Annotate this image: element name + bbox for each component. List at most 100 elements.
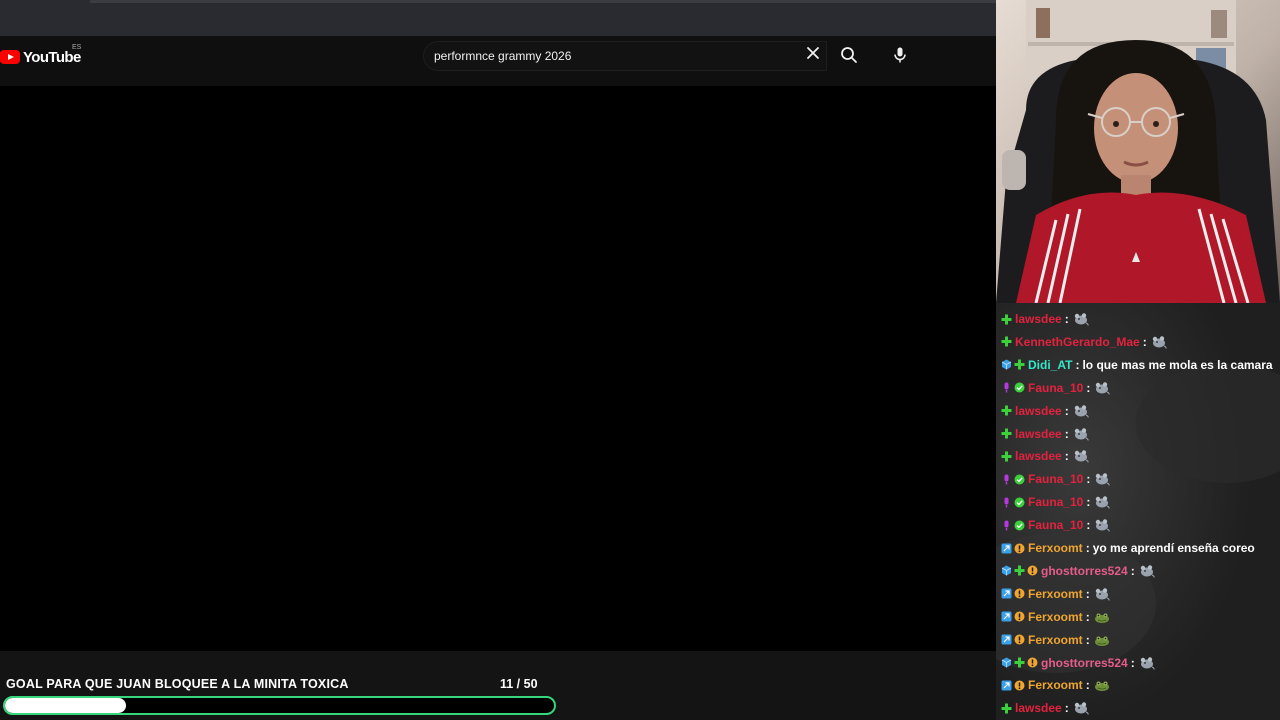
rat-emote-icon xyxy=(1074,313,1089,326)
rat-emote-icon xyxy=(1152,336,1167,349)
frog-emote-icon xyxy=(1094,613,1109,623)
plus-badge-icon xyxy=(1001,428,1012,439)
goal-title: GOAL PARA QUE JUAN BLOQUEE A LA MINITA T… xyxy=(6,677,349,691)
plus-badge-icon xyxy=(1014,359,1025,370)
chat-username[interactable]: Fauna_10 xyxy=(1028,381,1083,395)
stream-layout: YouTube ES performnce grammy 2026 GOAL P… xyxy=(0,0,1280,720)
verified-badge-icon xyxy=(1014,497,1025,508)
chat-separator: : xyxy=(1086,495,1091,510)
chat-message: Ferxoomt: xyxy=(1001,607,1110,627)
browser-tab-strip xyxy=(0,0,996,36)
chat-separator: : xyxy=(1064,449,1069,464)
goal-overlay: GOAL PARA QUE JUAN BLOQUEE A LA MINITA T… xyxy=(0,651,996,720)
goal-count: 11 / 50 xyxy=(500,677,538,691)
rat-emote-icon xyxy=(1074,404,1089,418)
chat-message: lawsdee: xyxy=(1001,309,1089,329)
microphone-badge-icon xyxy=(1004,497,1009,508)
chat-message: Fauna_10: xyxy=(1001,492,1110,512)
chat-message: Ferxoomt: xyxy=(1001,675,1110,695)
chat-panel: lawsdee: KennethGerardo_Mae: Didi_AT: lo qu… xyxy=(996,303,1280,720)
bits-badge-icon xyxy=(1014,634,1025,645)
youtube-header: YouTube ES performnce grammy 2026 xyxy=(0,36,996,86)
plus-badge-icon xyxy=(1001,314,1012,324)
chat-separator: : xyxy=(1085,632,1090,647)
chat-username[interactable]: lawsdee xyxy=(1015,701,1062,715)
chat-username[interactable]: Fauna_10 xyxy=(1028,518,1083,532)
chat-username[interactable]: lawsdee xyxy=(1015,427,1062,441)
search-icon[interactable] xyxy=(840,46,858,64)
chat-username[interactable]: Ferxoomt xyxy=(1028,587,1083,601)
search-input[interactable]: performnce grammy 2026 xyxy=(423,41,827,71)
chat-message: Ferxoomt: xyxy=(1001,584,1110,604)
plus-badge-icon xyxy=(1001,336,1012,347)
microphone-badge-icon xyxy=(1004,474,1009,485)
chat-username[interactable]: Fauna_10 xyxy=(1028,472,1083,486)
chat-separator: : xyxy=(1085,541,1090,555)
rat-emote-icon xyxy=(1140,656,1155,670)
chat-username[interactable]: ghosttorres524 xyxy=(1041,564,1128,578)
prime-badge-icon xyxy=(1001,588,1012,599)
chat-message: Fauna_10: xyxy=(1001,515,1110,535)
chat-username[interactable]: Ferxoomt xyxy=(1028,610,1083,624)
chat-username[interactable]: lawsdee xyxy=(1015,449,1062,463)
chat-message: Ferxoomt: xyxy=(1001,630,1110,650)
bits-badge-icon xyxy=(1014,543,1025,553)
chat-username[interactable]: Ferxoomt xyxy=(1028,678,1083,692)
youtube-wordmark: YouTube xyxy=(23,48,81,66)
browser-tab-edge xyxy=(90,0,996,3)
chat-message: lawsdee: xyxy=(1001,446,1089,466)
youtube-logo[interactable]: YouTube xyxy=(0,47,81,67)
microphone-badge-icon xyxy=(1004,382,1009,393)
cube-badge-icon xyxy=(1001,359,1012,370)
chat-username[interactable]: Ferxoomt xyxy=(1028,541,1083,555)
chat-message: ghosttorres524: xyxy=(1001,561,1155,581)
chat-separator: : xyxy=(1086,518,1091,533)
chat-username[interactable]: lawsdee xyxy=(1015,312,1062,326)
prime-badge-icon xyxy=(1001,680,1012,691)
bits-badge-icon xyxy=(1014,680,1025,691)
microphone-icon[interactable] xyxy=(891,46,909,64)
plus-badge-icon xyxy=(1001,451,1012,462)
plus-badge-icon xyxy=(1001,405,1012,416)
goal-progress-bar xyxy=(3,696,556,715)
chat-username[interactable]: ghosttorres524 xyxy=(1041,656,1128,670)
chat-message: lawsdee: xyxy=(1001,424,1089,444)
chat-message: Fauna_10: xyxy=(1001,469,1110,489)
chat-separator: : xyxy=(1086,380,1091,395)
chat-separator: : xyxy=(1064,403,1069,418)
rat-emote-icon xyxy=(1074,702,1089,715)
chat-message: ghosttorres524: xyxy=(1001,653,1155,673)
verified-badge-icon xyxy=(1014,382,1025,393)
chat-separator: : xyxy=(1064,312,1069,326)
goal-progress-fill xyxy=(5,698,126,713)
chat-separator: : xyxy=(1130,563,1135,578)
plus-badge-icon xyxy=(1014,657,1025,668)
chat-separator: : xyxy=(1086,472,1091,487)
chat-separator: : xyxy=(1085,586,1090,601)
video-player[interactable] xyxy=(0,86,996,679)
verified-badge-icon xyxy=(1014,520,1025,531)
chat-separator: : xyxy=(1064,701,1069,716)
cube-badge-icon xyxy=(1001,565,1012,576)
webcam-image xyxy=(996,0,1280,303)
prime-badge-icon xyxy=(1001,634,1012,645)
rat-emote-icon xyxy=(1096,519,1110,532)
chat-username[interactable]: lawsdee xyxy=(1015,404,1062,418)
chat-username[interactable]: Didi_AT xyxy=(1028,358,1072,372)
verified-badge-icon xyxy=(1014,474,1025,485)
rat-emote-icon xyxy=(1095,588,1110,601)
close-icon[interactable] xyxy=(806,46,820,60)
chat-separator: : xyxy=(1085,678,1090,693)
plus-badge-icon xyxy=(1014,565,1025,576)
plus-badge-icon xyxy=(1001,703,1012,714)
rat-emote-icon xyxy=(1140,565,1155,578)
chat-message-text: lo que mas me mola es la camara xyxy=(1082,357,1273,372)
chat-separator: : xyxy=(1064,426,1069,441)
chat-username[interactable]: Ferxoomt xyxy=(1028,633,1083,647)
chat-message: Ferxoomt: yo me aprendí enseña coreo xyxy=(1001,538,1255,558)
chat-username[interactable]: Fauna_10 xyxy=(1028,495,1083,509)
chat-separator: : xyxy=(1085,609,1090,624)
chat-message-text: yo me aprendí enseña coreo xyxy=(1092,541,1255,555)
chat-message: KennethGerardo_Mae: xyxy=(1001,332,1167,352)
chat-username[interactable]: KennethGerardo_Mae xyxy=(1015,335,1140,349)
